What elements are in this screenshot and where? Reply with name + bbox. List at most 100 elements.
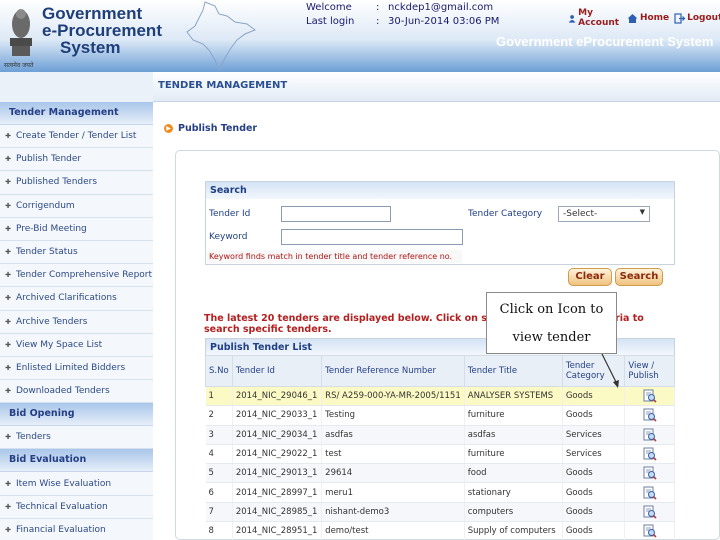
tender-category-label: Tender Category [468,209,543,219]
view-tender-icon[interactable] [643,428,657,442]
table-cell: 2 [205,405,233,426]
table-cell: 3 [205,425,233,445]
sidebar-section-tender-management[interactable]: Tender Management [0,102,153,125]
table-cell: 7 [205,502,233,523]
view-tender-icon[interactable] [643,486,657,500]
table-cell: Goods [562,463,626,484]
sidebar-item-publish-tender[interactable]: ✚ Publish Tender [0,148,153,172]
logo-line-2: e-Procurement [42,21,162,40]
table-row: 8 2014_NIC_28951_1 demo/test Supply of comp… [205,521,675,540]
sidebar-menu: Tender Management ✚ Create Tender / Tende… [0,102,153,540]
site-logo[interactable]: Government e-Procurement System [42,5,162,56]
logout-icon [674,12,686,24]
tender-id-label: Tender Id [209,209,251,219]
callout-line-2: view tender [512,330,591,345]
sidebar-item-limited-bidders[interactable]: ✚ Enlisted Limited Bidders [0,356,153,381]
sidebar-item-tenders[interactable]: ✚ Tenders [0,426,153,450]
column-header: Tender Reference Number [321,355,465,387]
welcome-label: Welcome [306,2,352,13]
sidebar-item-archive-tenders[interactable]: ✚ Archive Tenders [0,310,153,334]
table-cell: RS/ A259-000-YA-MR-2005/1151 [321,386,465,407]
table-cell: 8 [205,521,233,540]
keyword-input[interactable] [281,229,463,245]
emblem-caption: सत्यमेव जयते [4,62,34,69]
table-cell: Supply of computers [464,521,563,540]
table-row: 6 2014_NIC_28997_1 meru1 stationary Goods [205,482,675,503]
bullet-icon: ✚ [5,387,11,396]
sidebar-item-comprehensive-report[interactable]: ✚ Tender Comprehensive Report [0,264,153,288]
sidebar-item-downloaded-tenders[interactable]: ✚ Downloaded Tenders [0,380,153,404]
view-cell [624,425,675,445]
sidebar-item-tender-status[interactable]: ✚ Tender Status [0,240,153,265]
home-link[interactable]: Home [627,13,669,24]
table-cell: 6 [205,482,233,503]
table-cell: demo/test [321,521,465,540]
table-cell: asdfas [464,425,563,445]
search-button[interactable]: Search [615,268,663,286]
tender-category-select[interactable]: -Select- ▼ [558,206,650,222]
view-tender-icon[interactable] [643,408,657,423]
sidebar-item-financial-evaluation[interactable]: ✚ Financial Evaluation [0,518,153,540]
column-header: View / Publish [624,355,675,387]
bullet-icon: ✚ [5,271,11,280]
view-cell [624,521,675,540]
bullet-icon: ✚ [5,224,11,233]
view-tender-icon[interactable] [643,505,657,519]
table-cell: Goods [562,502,626,523]
sidebar-item-corrigendum[interactable]: ✚ Corrigendum [0,194,153,218]
my-account-link[interactable]: My Account [568,8,622,28]
bullet-icon: ✚ [5,178,11,187]
view-cell [624,405,675,426]
logo-line-3: System [60,38,121,57]
table-row: 2 2014_NIC_29033_1 Testing furniture Goods [205,405,675,426]
view-cell [624,482,675,503]
dropdown-caret-icon: ▼ [639,208,645,216]
sidebar-item-published-tenders[interactable]: ✚ Published Tenders [0,171,153,195]
logout-link[interactable]: Logout [674,12,720,24]
india-map-icon [186,1,257,72]
table-cell: food [464,463,563,484]
sidebar-section-bid-opening[interactable]: Bid Opening [0,403,153,427]
view-tender-icon[interactable] [643,447,657,461]
table-row: 7 2014_NIC_28985_1 nishant-demo3 computers G… [205,502,675,523]
clear-button[interactable]: Clear [568,268,612,286]
keyword-hint: Keyword finds match in tender title and … [207,250,462,263]
column-header: Tender Title [463,355,563,387]
bullet-icon: ✚ [5,363,11,372]
view-cell [624,386,675,407]
table-cell: 29614 [321,463,465,484]
sidebar-item-archived-clarifications[interactable]: ✚ Archived Clarifications [0,287,153,311]
view-tender-icon[interactable] [643,466,657,480]
last-login-label: Last login [306,16,355,27]
user-info: Welcome: nckdep1@gmail.com Last login:30-… [306,2,500,27]
table-cell: nishant-demo3 [321,502,465,523]
column-header: Tender Id [231,355,323,387]
table-cell: 2014_NIC_29022_1 [232,444,323,465]
sidebar-item-pre-bid-meeting[interactable]: ✚ Pre-Bid Meeting [0,217,153,241]
view-cell [624,444,675,465]
table-row: 5 2014_NIC_29013_1 29614 food Goods [205,463,675,484]
column-header: S.No [205,355,233,387]
tender-id-input[interactable] [281,206,391,222]
table-cell: 5 [205,463,233,484]
sidebar-item-item-wise-evaluation[interactable]: ✚ Item Wise Evaluation [0,472,153,496]
table-cell: meru1 [321,482,465,503]
header-bar: सत्यमेव जयते Government e-Procurement Sy… [0,0,720,72]
view-tender-icon[interactable] [643,389,657,403]
sidebar-item-technical-evaluation[interactable]: ✚ Technical Evaluation [0,495,153,519]
sidebar-item-create-tender[interactable]: ✚ Create Tender / Tender List [0,125,153,149]
user-icon [568,14,576,23]
view-tender-icon[interactable] [643,524,657,538]
table-cell: 2014_NIC_29034_1 [232,425,323,445]
table-cell: 4 [205,444,233,465]
table-cell: Services [562,444,626,465]
home-icon [627,13,638,23]
bullet-icon: ✚ [5,248,11,257]
table-cell: Goods [562,482,626,503]
table-cell: Goods [562,521,626,540]
callout-line-1: Click on Icon to [499,302,604,317]
table-cell: 2014_NIC_28985_1 [232,502,323,523]
sidebar-item-my-space-list[interactable]: ✚ View My Space List [0,333,153,357]
logo-line-1: Government [42,4,143,23]
sidebar-section-bid-evaluation[interactable]: Bid Evaluation [0,449,153,473]
